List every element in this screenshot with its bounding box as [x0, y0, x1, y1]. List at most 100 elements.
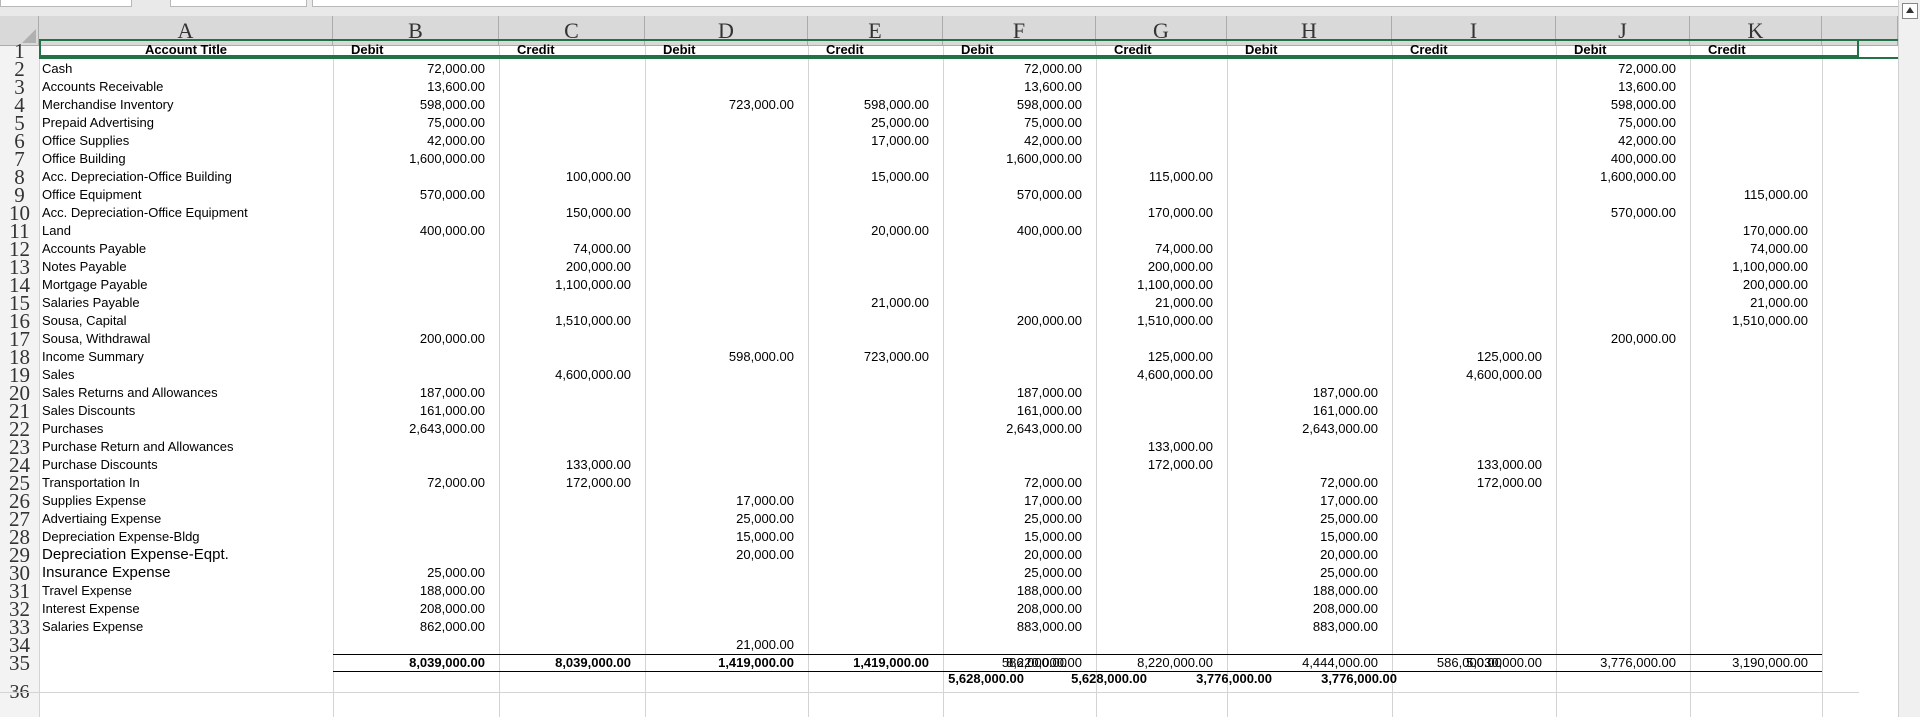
cell-account-title[interactable]: Purchase Discounts — [39, 456, 333, 474]
cell-amount[interactable]: 883,000.00 — [1227, 618, 1378, 636]
cell-amount[interactable]: 1,600,000.00 — [943, 150, 1082, 168]
cell-column-label[interactable]: Credit — [499, 41, 645, 59]
cell-amount[interactable]: 200,000.00 — [943, 312, 1082, 330]
cell-amount[interactable]: 862,000.00 — [333, 618, 485, 636]
cell-amount[interactable]: 25,000.00 — [1227, 564, 1378, 582]
row-header[interactable]: 16 — [0, 312, 39, 330]
cell-amount[interactable]: 598,000.00 — [645, 348, 794, 366]
cell-account-title[interactable]: Supplies Expense — [39, 492, 333, 510]
cell-amount[interactable]: 74,000.00 — [499, 240, 631, 258]
cell-amount[interactable]: 1,510,000.00 — [499, 312, 631, 330]
row-header[interactable]: 12 — [0, 240, 39, 258]
row-header[interactable]: 25 — [0, 474, 39, 492]
cell-amount[interactable]: 17,000.00 — [943, 492, 1082, 510]
cell-amount[interactable]: 75,000.00 — [1556, 114, 1676, 132]
cell-account-title[interactable]: Advertiaing Expense — [39, 510, 333, 528]
cell-amount[interactable]: 208,000.00 — [943, 600, 1082, 618]
cell-amount[interactable]: 25,000.00 — [1227, 510, 1378, 528]
cell-amount[interactable]: 400,000.00 — [943, 222, 1082, 240]
cell-account-title-header[interactable]: Account Title — [39, 41, 333, 59]
cell-amount[interactable]: 15,000.00 — [943, 528, 1082, 546]
row-header[interactable]: 21 — [0, 402, 39, 420]
cell-amount[interactable]: 25,000.00 — [808, 114, 929, 132]
cell-amount[interactable]: 400,000.00 — [333, 222, 485, 240]
cell-amount[interactable]: 187,000.00 — [943, 384, 1082, 402]
cell-column-label[interactable]: Credit — [1096, 41, 1227, 59]
cell-amount[interactable]: 2,643,000.00 — [1227, 420, 1378, 438]
cell-amount[interactable]: 21,000.00 — [1690, 294, 1808, 312]
cell-amount[interactable]: 1,100,000.00 — [1096, 276, 1213, 294]
cell-column-label[interactable]: Credit — [808, 41, 943, 59]
row-header[interactable]: 33 — [0, 618, 39, 636]
row-header[interactable]: 26 — [0, 492, 39, 510]
cell-amount[interactable]: 598,000.00 — [808, 96, 929, 114]
cell-amount[interactable]: 20,000.00 — [943, 546, 1082, 564]
cell-account-title[interactable]: Purchases — [39, 420, 333, 438]
cell-amount[interactable]: 133,000.00 — [1096, 438, 1213, 456]
cell-account-title[interactable]: Cash — [39, 60, 333, 78]
cell-column-label[interactable]: Debit — [1556, 41, 1690, 59]
cell-amount[interactable]: 13,600.00 — [943, 78, 1082, 96]
cell-amount[interactable]: 72,000.00 — [333, 474, 485, 492]
cell-amount[interactable]: 100,000.00 — [499, 168, 631, 186]
cell-amount[interactable]: 75,000.00 — [943, 114, 1082, 132]
cell-amount[interactable]: 1,100,000.00 — [499, 276, 631, 294]
cell-amount[interactable]: 170,000.00 — [1690, 222, 1808, 240]
cell-amount[interactable]: 74,000.00 — [1096, 240, 1213, 258]
cell-account-title[interactable]: Office Building — [39, 150, 333, 168]
cell-amount[interactable]: 4,600,000.00 — [1392, 366, 1542, 384]
cell-amount[interactable]: 208,000.00 — [333, 600, 485, 618]
row-header[interactable]: 34 — [0, 636, 39, 654]
cell-amount[interactable]: 200,000.00 — [499, 258, 631, 276]
cell-amount[interactable]: 13,600.00 — [333, 78, 485, 96]
cell-account-title[interactable]: Depreciation Expense-Eqpt. — [39, 546, 333, 564]
cell-amount[interactable]: 170,000.00 — [1096, 204, 1213, 222]
cell-amount[interactable]: 17,000.00 — [808, 132, 929, 150]
cell-account-title[interactable]: Depreciation Expense-Bldg — [39, 528, 333, 546]
cell-amount[interactable]: 200,000.00 — [1096, 258, 1213, 276]
cell-amount[interactable]: 125,000.00 — [1392, 348, 1542, 366]
cell-column-label[interactable]: Debit — [1227, 41, 1392, 59]
row-header[interactable]: 23 — [0, 438, 39, 456]
cell-amount[interactable]: 20,000.00 — [808, 222, 929, 240]
cell-amount[interactable]: 17,000.00 — [645, 492, 794, 510]
row-header[interactable]: 20 — [0, 384, 39, 402]
cell-column-label[interactable]: Debit — [943, 41, 1096, 59]
cell-amount[interactable]: 570,000.00 — [333, 186, 485, 204]
cell-account-title[interactable]: Income Summary — [39, 348, 333, 366]
row-header[interactable]: 9 — [0, 186, 39, 204]
row-header[interactable]: 6 — [0, 132, 39, 150]
cell-column-label[interactable]: Credit — [1690, 41, 1822, 59]
cell-amount[interactable]: 72,000.00 — [943, 474, 1082, 492]
cell-net-income[interactable]: 586,000.00 — [1392, 654, 1502, 672]
cell-amount[interactable]: 15,000.00 — [808, 168, 929, 186]
cell-amount[interactable]: 125,000.00 — [1096, 348, 1213, 366]
row-header[interactable]: 4 — [0, 96, 39, 114]
cell-account-title[interactable]: Travel Expense — [39, 582, 333, 600]
row-header[interactable]: 3 — [0, 78, 39, 96]
row-header[interactable]: 14 — [0, 276, 39, 294]
cell-amount[interactable]: 187,000.00 — [1227, 384, 1378, 402]
cell-account-title[interactable]: Sousa, Capital — [39, 312, 333, 330]
cell-amount[interactable]: 188,000.00 — [333, 582, 485, 600]
cell-amount[interactable]: 200,000.00 — [1690, 276, 1808, 294]
cell-account-title[interactable]: Accounts Receivable — [39, 78, 333, 96]
cell-amount[interactable]: 72,000.00 — [333, 60, 485, 78]
row-header[interactable]: 19 — [0, 366, 39, 384]
cell-amount[interactable]: 2,643,000.00 — [943, 420, 1082, 438]
cell-amount[interactable]: 598,000.00 — [1556, 96, 1676, 114]
cell-amount[interactable]: 115,000.00 — [1096, 168, 1213, 186]
cell-account-title[interactable]: Mortgage Payable — [39, 276, 333, 294]
cell-amount[interactable]: 42,000.00 — [333, 132, 485, 150]
row-header[interactable]: 28 — [0, 528, 39, 546]
cell-amount[interactable]: 15,000.00 — [1227, 528, 1378, 546]
cell-amount[interactable]: 172,000.00 — [1096, 456, 1213, 474]
cell-amount[interactable]: 1,600,000.00 — [333, 150, 485, 168]
cell-amount[interactable]: 172,000.00 — [499, 474, 631, 492]
cell-amount[interactable]: 188,000.00 — [943, 582, 1082, 600]
cell-amount[interactable]: 21,000.00 — [1096, 294, 1213, 312]
cell-amount[interactable]: 161,000.00 — [943, 402, 1082, 420]
cell-amount[interactable]: 161,000.00 — [333, 402, 485, 420]
cell-amount[interactable]: 598,000.00 — [943, 96, 1082, 114]
cell-account-title[interactable]: Acc. Depreciation-Office Building — [39, 168, 333, 186]
